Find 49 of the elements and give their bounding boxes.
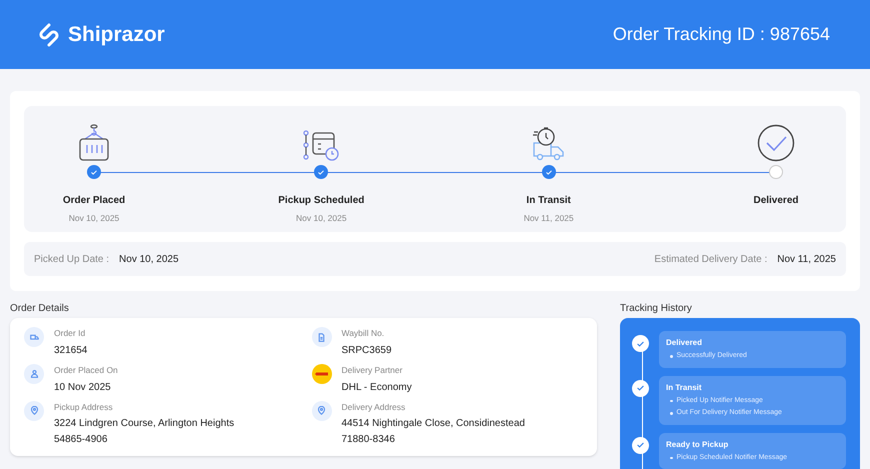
section-title: Tracking History xyxy=(620,302,693,316)
picked-up-date: Nov 10, 2025 xyxy=(119,252,179,266)
event-status: Ready to Pickup xyxy=(666,438,730,450)
step-date: Nov 10, 2025 xyxy=(296,212,347,225)
event-status: Delivered xyxy=(666,337,704,349)
location-pin-icon xyxy=(24,400,44,420)
carrier-logo-icon xyxy=(312,364,332,384)
field-value: DHL - Economy xyxy=(342,380,412,394)
field-label: Pickup Address xyxy=(54,400,114,414)
field-value: 54865-4906 xyxy=(54,433,108,448)
truck-icon xyxy=(24,327,44,347)
field-value: SRPC3659 xyxy=(342,344,392,358)
step-date: Nov 10, 2025 xyxy=(68,212,120,225)
check-circle-icon xyxy=(756,124,795,162)
container-crane-icon xyxy=(79,124,109,162)
brand-name: Shiprazor xyxy=(68,22,165,48)
calendar-clock-icon xyxy=(303,130,340,162)
check-icon xyxy=(546,170,552,174)
bullet-icon xyxy=(670,456,672,459)
check-icon xyxy=(91,170,97,174)
estimated-delivery-label: Estimated Delivery Date : xyxy=(654,252,768,266)
step-label: Delivered xyxy=(753,194,798,208)
picked-up-label: Picked Up Date : xyxy=(34,252,110,266)
person-icon xyxy=(24,364,44,384)
event-status: In Transit xyxy=(666,382,703,394)
location-pin-icon xyxy=(312,400,332,420)
step-label: Order Placed xyxy=(62,194,126,208)
field-value: 321654 xyxy=(54,344,88,358)
section-title: Order Details xyxy=(10,302,70,316)
logo-icon xyxy=(38,22,60,46)
field-value: 3224 Lindgren Course, Arlington Heights xyxy=(54,417,234,432)
document-icon xyxy=(312,327,332,347)
field-value: 71880-8346 xyxy=(342,433,396,448)
check-icon xyxy=(318,170,324,174)
step-date: Nov 11, 2025 xyxy=(524,212,574,225)
field-label: Order Placed On xyxy=(54,364,118,376)
field-label: Waybill No. xyxy=(342,327,386,340)
step-label: Pickup Scheduled xyxy=(278,194,364,208)
field-value: 44514 Nightingale Close, Considinestead xyxy=(342,417,525,432)
estimated-delivery-date: Nov 11, 2025 xyxy=(777,252,836,266)
bullet-icon xyxy=(670,355,672,358)
field-label: Delivery Partner xyxy=(342,364,404,376)
field-value: 10 Nov 2025 xyxy=(54,380,112,394)
field-label: Order Id xyxy=(54,327,86,340)
step-label: In Transit xyxy=(526,194,571,208)
bullet-icon xyxy=(670,400,672,402)
order-tracking-id: Order Tracking ID : 987654 xyxy=(612,23,830,46)
bullet-icon xyxy=(670,412,672,414)
field-label: Delivery Address xyxy=(342,400,406,414)
